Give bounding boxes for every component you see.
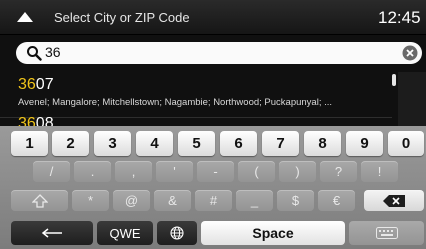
search-input-value: 36: [45, 44, 61, 60]
screen: Select City or ZIP Code 12:45 36 3607 Av…: [0, 0, 426, 249]
search-input[interactable]: 36: [16, 42, 422, 64]
key-dollar[interactable]: $: [277, 190, 314, 211]
clock: 12:45: [378, 8, 421, 27]
key-apostrophe[interactable]: ': [156, 161, 193, 182]
key-hyphen[interactable]: -: [197, 161, 234, 182]
scrollbar-thumb[interactable]: [392, 74, 396, 86]
key-exclamation[interactable]: !: [361, 161, 398, 182]
results-list: 3607 Avenel; Mangalore; Mitchellstown; N…: [0, 72, 426, 130]
key-comma[interactable]: ,: [115, 161, 152, 182]
key-8[interactable]: 8: [304, 131, 341, 156]
key-0[interactable]: 0: [388, 131, 424, 156]
clear-icon[interactable]: [402, 45, 418, 61]
backspace-icon: [383, 194, 405, 207]
on-screen-keyboard: 1 2 3 4 5 6 7 8 9 0 / . , ' - ( ) ? ! * …: [0, 126, 426, 249]
header-bar: Select City or ZIP Code 12:45: [0, 0, 426, 35]
key-5[interactable]: 5: [178, 131, 215, 156]
keyboard-hide-icon: [375, 227, 398, 239]
back-button[interactable]: [0, 0, 46, 35]
key-3[interactable]: 3: [94, 131, 131, 156]
result-zip-rest: 07: [35, 76, 54, 93]
key-question[interactable]: ?: [320, 161, 357, 182]
shift-key[interactable]: [11, 190, 68, 211]
backspace-key[interactable]: [364, 190, 424, 211]
result-zip-highlight: 36: [18, 76, 36, 93]
key-4[interactable]: 4: [136, 131, 173, 156]
layout-switch-key[interactable]: QWE: [97, 221, 153, 245]
enter-key[interactable]: [11, 221, 93, 245]
key-euro[interactable]: €: [318, 190, 355, 211]
key-1[interactable]: 1: [11, 131, 48, 156]
key-period[interactable]: .: [74, 161, 111, 182]
key-asterisk[interactable]: *: [72, 190, 109, 211]
globe-icon: [170, 226, 184, 240]
language-key[interactable]: [157, 221, 197, 245]
key-7[interactable]: 7: [262, 131, 299, 156]
key-9[interactable]: 9: [346, 131, 383, 156]
result-subtitle: Avenel; Mangalore; Mitchellstown; Nagamb…: [18, 97, 333, 108]
key-underscore[interactable]: _: [236, 190, 273, 211]
key-ampersand[interactable]: &: [154, 190, 191, 211]
scrollbar-track[interactable]: [398, 72, 426, 130]
key-hash[interactable]: #: [195, 190, 232, 211]
enter-arrow-icon: [41, 228, 62, 238]
key-6[interactable]: 6: [220, 131, 257, 156]
hide-keyboard-key[interactable]: [349, 221, 424, 245]
navigation-arrow-icon: [17, 12, 33, 22]
shift-icon: [31, 193, 48, 208]
list-item[interactable]: 3607 Avenel; Mangalore; Mitchellstown; N…: [0, 76, 392, 118]
key-open-paren[interactable]: (: [238, 161, 275, 182]
key-at[interactable]: @: [113, 190, 150, 211]
search-icon: [27, 46, 42, 61]
key-slash[interactable]: /: [33, 161, 70, 182]
key-2[interactable]: 2: [52, 131, 89, 156]
space-key[interactable]: Space: [201, 221, 345, 245]
page-title: Select City or ZIP Code: [54, 10, 190, 25]
key-close-paren[interactable]: ): [279, 161, 316, 182]
result-zip-code: 3607: [18, 76, 54, 94]
